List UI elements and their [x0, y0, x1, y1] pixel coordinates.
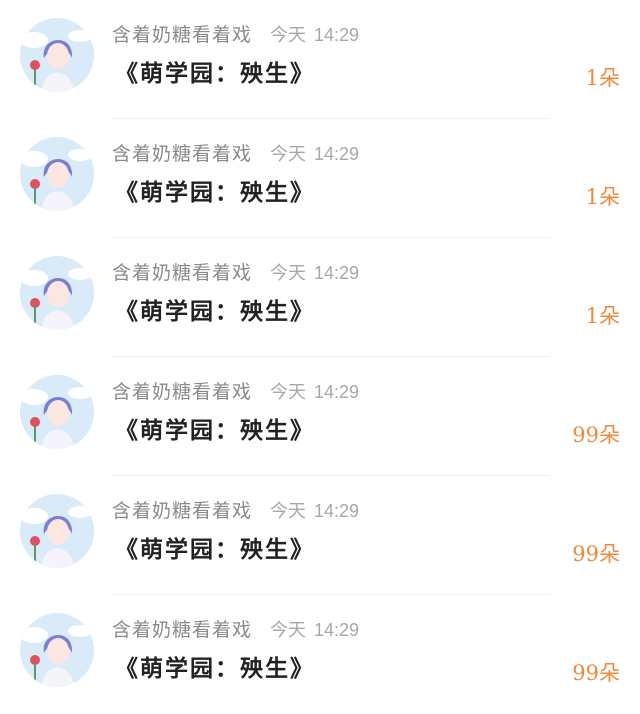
gift-count: 1朵 — [585, 304, 620, 328]
message-meta: 含着奶糖看着戏 今天 14:29 — [112, 615, 359, 643]
list-item[interactable]: 含着奶糖看着戏 今天 14:29 《萌学园：殃生》 99朵 — [0, 476, 640, 595]
gift-count: 99朵 — [572, 661, 620, 685]
anime-avatar-icon — [20, 375, 94, 449]
gift-record-list: 含着奶糖看着戏 今天 14:29 《萌学园：殃生》 1朵 含着奶糖看着戏 今天 14:2… — [0, 0, 640, 706]
avatar[interactable] — [20, 18, 94, 92]
anime-avatar-icon — [20, 137, 94, 211]
message-meta: 含着奶糖看着戏 今天 14:29 — [112, 377, 359, 405]
avatar[interactable] — [20, 613, 94, 687]
list-item[interactable]: 含着奶糖看着戏 今天 14:29 《萌学园：殃生》 99朵 — [0, 595, 640, 714]
date-label: 今天 — [270, 501, 307, 522]
message-meta: 含着奶糖看着戏 今天 14:29 — [112, 139, 359, 167]
timestamp: 14:29 — [314, 25, 360, 45]
username[interactable]: 含着奶糖看着戏 — [112, 619, 252, 641]
work-title[interactable]: 《萌学园：殃生》 — [115, 173, 315, 207]
timestamp: 14:29 — [314, 144, 360, 164]
date-label: 今天 — [270, 382, 307, 403]
work-title[interactable]: 《萌学园：殃生》 — [115, 530, 315, 564]
list-item[interactable]: 含着奶糖看着戏 今天 14:29 《萌学园：殃生》 1朵 — [0, 238, 640, 357]
avatar[interactable] — [20, 256, 94, 330]
avatar[interactable] — [20, 375, 94, 449]
timestamp: 14:29 — [314, 263, 360, 283]
work-title[interactable]: 《萌学园：殃生》 — [115, 649, 315, 683]
message-meta: 含着奶糖看着戏 今天 14:29 — [112, 496, 359, 524]
anime-avatar-icon — [20, 256, 94, 330]
date-label: 今天 — [270, 263, 307, 284]
list-item[interactable]: 含着奶糖看着戏 今天 14:29 《萌学园：殃生》 1朵 — [0, 0, 640, 119]
username[interactable]: 含着奶糖看着戏 — [112, 500, 252, 522]
username[interactable]: 含着奶糖看着戏 — [112, 143, 252, 165]
anime-avatar-icon — [20, 613, 94, 687]
message-meta: 含着奶糖看着戏 今天 14:29 — [112, 258, 359, 286]
gift-count: 99朵 — [572, 542, 620, 566]
list-item[interactable]: 含着奶糖看着戏 今天 14:29 《萌学园：殃生》 1朵 — [0, 119, 640, 238]
avatar[interactable] — [20, 494, 94, 568]
username[interactable]: 含着奶糖看着戏 — [112, 262, 252, 284]
message-meta: 含着奶糖看着戏 今天 14:29 — [112, 20, 359, 48]
username[interactable]: 含着奶糖看着戏 — [112, 381, 252, 403]
list-item[interactable]: 含着奶糖看着戏 今天 14:29 《萌学园：殃生》 99朵 — [0, 357, 640, 476]
gift-count: 1朵 — [585, 66, 620, 90]
date-label: 今天 — [270, 620, 307, 641]
gift-count: 99朵 — [572, 423, 620, 447]
avatar[interactable] — [20, 137, 94, 211]
work-title[interactable]: 《萌学园：殃生》 — [115, 292, 315, 326]
anime-avatar-icon — [20, 494, 94, 568]
date-label: 今天 — [270, 144, 307, 165]
work-title[interactable]: 《萌学园：殃生》 — [115, 54, 315, 88]
timestamp: 14:29 — [314, 620, 360, 640]
gift-count: 1朵 — [585, 185, 620, 209]
timestamp: 14:29 — [314, 501, 360, 521]
anime-avatar-icon — [20, 18, 94, 92]
username[interactable]: 含着奶糖看着戏 — [112, 24, 252, 46]
work-title[interactable]: 《萌学园：殃生》 — [115, 411, 315, 445]
date-label: 今天 — [270, 25, 307, 46]
timestamp: 14:29 — [314, 382, 360, 402]
